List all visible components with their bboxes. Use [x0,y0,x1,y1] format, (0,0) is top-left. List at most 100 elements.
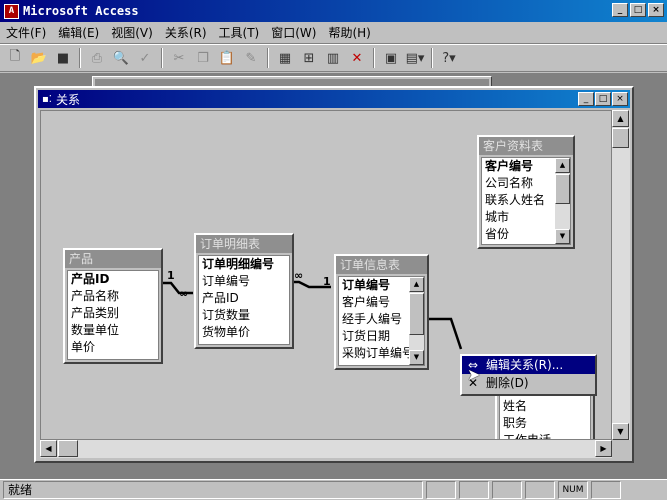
relationships-close-button[interactable]: × [612,92,628,106]
field-item[interactable]: 姓名 [500,398,590,415]
toolbar-separator [431,48,433,68]
scroll-down-icon[interactable]: ▼ [612,423,629,440]
table-customers[interactable]: 客户资料表 客户编号 公司名称 联系人姓名 城市 省份 ▲ ▼ [477,135,575,249]
relationships-window: ▪⁚ 关系 _ □ × 1 ∞ ∞ 1 产品 产品ID 产品名称 产品类别 数量… [34,86,634,463]
table-scrollbar[interactable]: ▲ ▼ [555,158,570,244]
status-cell [591,481,621,499]
status-cell [459,481,489,499]
print-icon[interactable]: ⎙ [86,47,108,69]
show-direct-icon[interactable]: ⊞ [298,47,320,69]
menu-view[interactable]: 视图(V) [111,24,153,41]
relation-one-label: 1 [323,275,331,288]
table-title[interactable]: 订单信息表 [336,256,427,274]
new-icon[interactable]: 🗋 [4,47,26,69]
close-button[interactable]: × [648,3,664,17]
toolbar-separator [373,48,375,68]
minimize-button[interactable]: _ [612,3,628,17]
relationships-maximize-button[interactable]: □ [595,92,611,106]
horizontal-scrollbar[interactable]: ◀ ▶ [40,440,612,458]
field-list: 订单明细编号 订单编号 产品ID 订货数量 货物单价 [198,255,290,345]
maximize-button[interactable]: □ [630,3,646,17]
field-item[interactable]: 职务 [500,415,590,432]
scroll-up-icon[interactable]: ▲ [555,158,570,173]
print-preview-icon[interactable]: 🔍 [110,47,132,69]
field-item[interactable]: 工作电话 [500,432,590,439]
toolbar: 🗋 📂 ■ ⎙ 🔍 ✓ ✂ ❐ 📋 ✎ ▦ ⊞ ▥ ✕ ▣ ▤▾ ?▾ [0,44,667,72]
table-title[interactable]: 产品 [65,250,161,268]
field-item[interactable]: 产品类别 [68,305,158,322]
status-num: NUM [558,481,588,499]
field-item[interactable]: 单价 [68,339,158,356]
field-item[interactable]: 订单编号 [199,273,289,290]
relationships-window-controls: _ □ × [578,92,628,106]
show-table-icon[interactable]: ▦ [274,47,296,69]
scroll-thumb[interactable] [555,174,570,204]
vertical-scrollbar[interactable]: ▲ ▼ [612,110,630,440]
scroll-thumb[interactable] [58,440,78,457]
app-title: Microsoft Access [23,4,139,18]
scroll-right-icon[interactable]: ▶ [595,440,612,457]
properties-icon[interactable]: ▣ [380,47,402,69]
relation-many-label: ∞ [179,287,189,300]
field-item[interactable]: 订单明细编号 [199,256,289,273]
field-list: 订单编号 客户编号 经手人编号 订货日期 采购订单编号 ▲ ▼ [338,276,425,366]
field-item[interactable]: 产品ID [68,271,158,288]
menu-tools[interactable]: 工具(T) [219,24,260,41]
menu-file[interactable]: 文件(F) [6,24,46,41]
context-menu-edit-relationship[interactable]: ⇔ 编辑关系(R)... [462,356,595,374]
menu-edit[interactable]: 编辑(E) [58,24,99,41]
context-menu-label: 编辑关系(R)... [486,358,564,372]
relation-many-label: ∞ [294,269,304,282]
scroll-thumb[interactable] [612,128,629,148]
relation-one-label: 1 [167,269,175,282]
field-item[interactable]: 数量单位 [68,322,158,339]
status-text: 就绪 [3,481,423,499]
show-all-icon[interactable]: ▥ [322,47,344,69]
cut-icon[interactable]: ✂ [168,47,190,69]
status-cell [426,481,456,499]
field-item[interactable]: 产品ID [199,290,289,307]
table-order-details[interactable]: 订单明细表 订单明细编号 订单编号 产品ID 订货数量 货物单价 [194,233,294,349]
context-menu-delete[interactable]: ✕ 删除(D) [462,374,595,392]
table-scrollbar[interactable]: ▲ ▼ [409,277,424,365]
mouse-pointer-icon: ➤ [467,365,481,384]
format-painter-icon[interactable]: ✎ [240,47,262,69]
scroll-down-icon[interactable]: ▼ [555,229,570,244]
window-controls: _ □ × [612,3,664,17]
scroll-up-icon[interactable]: ▲ [409,277,424,292]
spell-check-icon[interactable]: ✓ [134,47,156,69]
relationships-minimize-button[interactable]: _ [578,92,594,106]
menu-relationships[interactable]: 关系(R) [165,24,207,41]
field-item[interactable]: 产品名称 [68,288,158,305]
app-titlebar: A Microsoft Access _ □ × [0,0,667,22]
copy-icon[interactable]: ❐ [192,47,214,69]
field-list: 产品ID 产品名称 产品类别 数量单位 单价 [67,270,159,360]
table-title[interactable]: 订单明细表 [196,235,292,253]
help-icon[interactable]: ?▾ [438,47,460,69]
new-object-icon[interactable]: ▤▾ [404,47,426,69]
toolbar-separator [161,48,163,68]
status-cell [492,481,522,499]
menu-help[interactable]: 帮助(H) [328,24,370,41]
toolbar-separator [79,48,81,68]
field-item[interactable]: 订货数量 [199,307,289,324]
scroll-down-icon[interactable]: ▼ [409,350,424,365]
relationships-window-titlebar: ▪⁚ 关系 _ □ × [38,90,630,108]
field-list: 客户编号 公司名称 联系人姓名 城市 省份 ▲ ▼ [481,157,571,245]
scroll-up-icon[interactable]: ▲ [612,110,629,127]
scroll-thumb[interactable] [409,293,424,335]
menu-bar: 文件(F) 编辑(E) 视图(V) 关系(R) 工具(T) 窗口(W) 帮助(H… [0,22,667,44]
save-icon[interactable]: ■ [52,47,74,69]
relationships-window-title: 关系 [55,92,80,107]
table-title[interactable]: 客户资料表 [479,137,573,155]
table-orders[interactable]: 订单信息表 订单编号 客户编号 经手人编号 订货日期 采购订单编号 ▲ ▼ [334,254,429,370]
field-item[interactable]: 货物单价 [199,324,289,341]
table-products[interactable]: 产品 产品ID 产品名称 产品类别 数量单位 单价 [63,248,163,364]
paste-icon[interactable]: 📋 [216,47,238,69]
open-icon[interactable]: 📂 [28,47,50,69]
menu-window[interactable]: 窗口(W) [271,24,316,41]
delete-icon[interactable]: ✕ [346,47,368,69]
status-bar: 就绪 NUM [0,479,667,500]
relationship-line-orders[interactable] [424,317,463,350]
scroll-left-icon[interactable]: ◀ [40,440,57,457]
